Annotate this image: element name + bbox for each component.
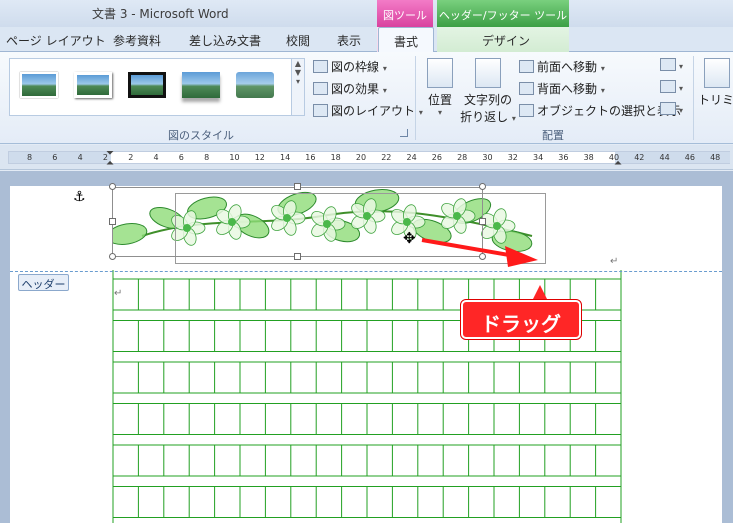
callout-pointer: [532, 285, 548, 301]
drag-arrow: [421, 238, 538, 267]
move-cursor-icon: ✥: [403, 229, 416, 247]
drag-callout: ドラッグ: [460, 299, 582, 340]
